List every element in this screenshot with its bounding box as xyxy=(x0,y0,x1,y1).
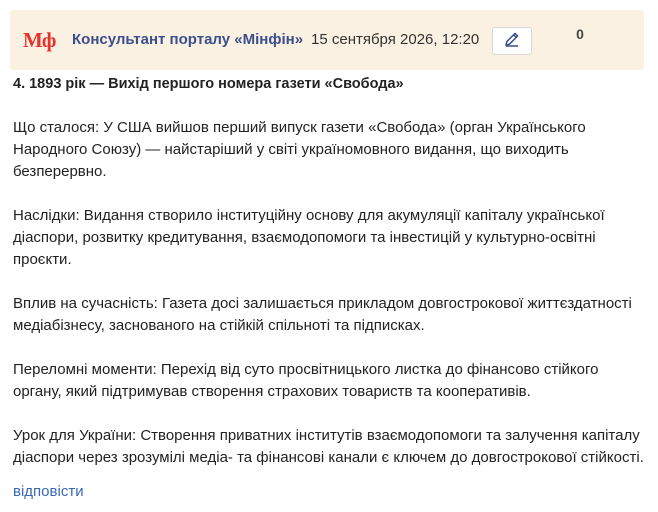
paragraph-consequences: Наслідки: Видання створило інституційну … xyxy=(13,207,605,268)
author-name[interactable]: Консультант порталу «Мінфін» xyxy=(72,31,303,49)
pencil-icon xyxy=(503,30,521,53)
rating-counter: 0 xyxy=(576,26,584,42)
comment-date: 15 сентября 2026, 12:20 xyxy=(311,31,480,48)
edit-button[interactable] xyxy=(492,27,532,55)
comment-heading: 4. 1893 рік — Вихід першого номера газет… xyxy=(13,76,404,92)
comment-body: 4. 1893 рік — Вихід першого номера газет… xyxy=(13,74,645,491)
paragraph-what-happened: Що сталося: У США вийшов перший випуск г… xyxy=(13,119,586,180)
comment-header: Мф Консультант порталу «Мінфін» 15 сентя… xyxy=(10,10,644,70)
paragraph-modern-impact: Вплив на сучасність: Газета досі залишає… xyxy=(13,295,632,334)
reply-link[interactable]: відповісти xyxy=(13,482,84,502)
minfin-logo: Мф xyxy=(23,28,56,52)
paragraph-lesson: Урок для України: Створення приватних ін… xyxy=(13,427,644,466)
paragraph-turning-points: Переломні моменти: Перехід від суто прос… xyxy=(13,361,599,400)
